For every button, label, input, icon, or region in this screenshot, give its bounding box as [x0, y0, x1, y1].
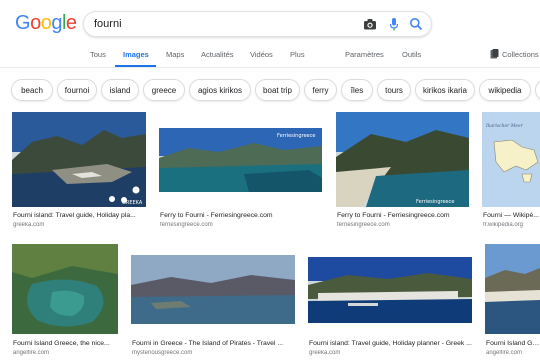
result-image-3[interactable]: Ferriesingreece: [336, 112, 469, 207]
result-title-5[interactable]: Fourni Island Greece, the nice...: [13, 340, 119, 347]
tab-maps[interactable]: Maps: [166, 50, 184, 59]
tab-all[interactable]: Tous: [90, 50, 106, 59]
google-logo[interactable]: Google: [15, 11, 77, 35]
result-image-4[interactable]: Ikarischer Meer: [482, 112, 540, 207]
watermark-ferries-2: Ferriesingreece: [416, 199, 454, 205]
tab-collections[interactable]: Collections: [502, 50, 539, 59]
result-image-2[interactable]: Ferriesingreece: [159, 128, 322, 192]
result-image-7[interactable]: [308, 257, 472, 323]
tab-news[interactable]: Actualités: [201, 50, 234, 59]
chip-agios-kirikos[interactable]: agios kirikos: [189, 79, 251, 101]
result-title-6[interactable]: Fourni in Greece - The Island of Pirates…: [132, 340, 296, 347]
watermark-greeka: GREEKA: [122, 200, 143, 206]
result-source-2[interactable]: ferriesingreece.com: [160, 222, 323, 228]
camera-icon[interactable]: [362, 16, 378, 32]
result-source-5[interactable]: angelfire.com: [13, 350, 119, 356]
chip-ferry[interactable]: ferry: [304, 79, 337, 101]
chip-tours[interactable]: tours: [377, 79, 411, 101]
chip-boat-trip[interactable]: boat trip: [255, 79, 300, 101]
tab-settings[interactable]: Paramètres: [345, 50, 384, 59]
chip-fournoi[interactable]: fournoi: [57, 79, 97, 101]
result-source-6[interactable]: mysteriousgreece.com: [132, 350, 296, 356]
chip-beach[interactable]: beach: [11, 79, 53, 101]
search-input[interactable]: [94, 14, 349, 34]
search-tabs: Tous Images Maps Actualités Vidéos Plus …: [0, 45, 540, 67]
tab-images[interactable]: Images: [123, 50, 149, 59]
result-title-4[interactable]: Fourni — Wikipé...: [483, 212, 540, 219]
result-title-8[interactable]: Fourni Island Greece...: [486, 340, 540, 347]
result-image-8[interactable]: [485, 244, 540, 334]
result-source-7[interactable]: greeka.com: [309, 350, 473, 356]
result-title-2[interactable]: Ferry to Fourni - Ferriesingreece.com: [160, 212, 323, 219]
search-box: [83, 11, 432, 37]
chip-wikipedia[interactable]: wikipedia: [479, 79, 531, 101]
tab-more[interactable]: Plus: [290, 50, 305, 59]
result-source-1[interactable]: greeka.com: [13, 222, 146, 228]
watermark-ferries: Ferriesingreece: [277, 133, 315, 139]
tab-tools[interactable]: Outils: [402, 50, 421, 59]
result-title-3[interactable]: Ferry to Fourni - Ferriesingreece.com: [337, 212, 470, 219]
result-image-5[interactable]: [12, 244, 118, 334]
divider: [0, 67, 540, 68]
result-source-4[interactable]: fr.wikipedia.org: [483, 222, 540, 228]
result-source-3[interactable]: ferriesingreece.com: [337, 222, 470, 228]
chip-greece[interactable]: greece: [143, 79, 185, 101]
chip-more[interactable]: [535, 79, 540, 101]
chip-kirikos-ikaria[interactable]: kirikos ikaria: [415, 79, 475, 101]
tab-videos[interactable]: Vidéos: [250, 50, 273, 59]
result-image-6[interactable]: [131, 255, 295, 324]
search-icon[interactable]: [408, 16, 424, 32]
map-label: Ikarischer Meer: [485, 123, 524, 129]
chip-island[interactable]: island: [101, 79, 139, 101]
result-image-1[interactable]: GREEKA: [12, 112, 146, 207]
microphone-icon[interactable]: [386, 16, 402, 32]
chip-iles[interactable]: îles: [341, 79, 373, 101]
collections-icon[interactable]: [490, 49, 499, 61]
result-title-1[interactable]: Fourni island: Travel guide, Holiday pla…: [13, 212, 146, 219]
result-source-8[interactable]: angelfire.com: [486, 350, 540, 356]
result-title-7[interactable]: Fourni island: Travel guide, Holiday pla…: [309, 340, 473, 347]
